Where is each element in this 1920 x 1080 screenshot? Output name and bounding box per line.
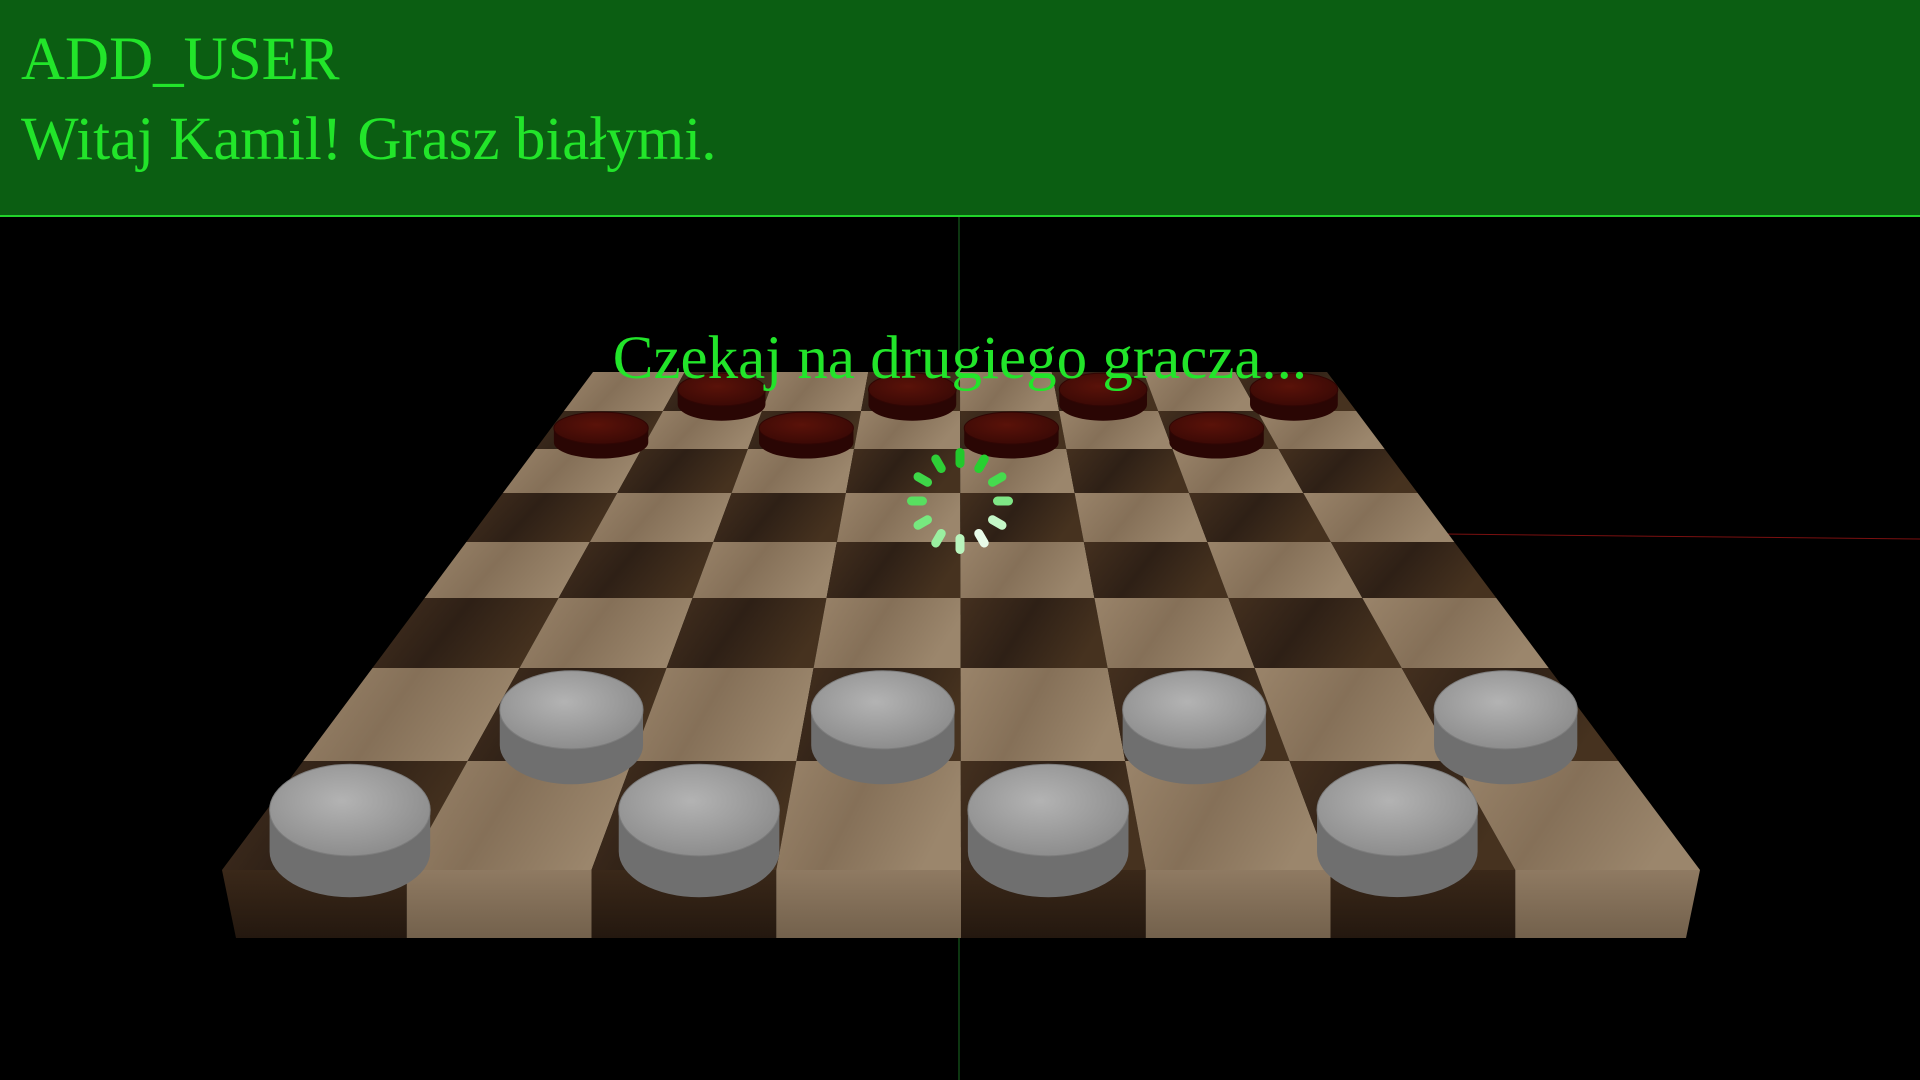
spinner-segment xyxy=(955,534,965,554)
piece-top xyxy=(677,372,766,407)
board-square[interactable] xyxy=(960,542,1095,598)
red-piece xyxy=(553,411,649,459)
piece-top xyxy=(269,763,431,857)
status-header: ADD_USER Witaj Kamil! Grasz białymi. xyxy=(0,0,1920,217)
white-piece[interactable] xyxy=(618,763,780,898)
board-square[interactable] xyxy=(960,598,1108,668)
red-piece xyxy=(1058,372,1148,421)
white-piece[interactable] xyxy=(810,670,955,785)
board-edge-segment xyxy=(406,870,592,938)
red-piece xyxy=(1249,372,1339,421)
piece-top xyxy=(553,411,649,445)
piece-top xyxy=(1249,372,1339,407)
board-square[interactable] xyxy=(813,598,961,668)
board-square[interactable] xyxy=(960,668,1126,761)
board-edge-segment xyxy=(1515,870,1700,938)
white-piece[interactable] xyxy=(499,670,644,785)
board-square[interactable] xyxy=(1094,598,1255,668)
white-piece[interactable] xyxy=(269,763,431,898)
piece-top xyxy=(1122,670,1267,750)
red-piece xyxy=(758,411,854,459)
spinner-segment xyxy=(993,496,1013,506)
board-square[interactable] xyxy=(1066,449,1189,493)
piece-top xyxy=(967,763,1129,857)
piece-top xyxy=(1168,411,1265,445)
piece-top xyxy=(1058,372,1148,407)
piece-top xyxy=(499,670,644,750)
piece-top xyxy=(1433,670,1578,750)
red-piece xyxy=(1168,411,1265,459)
piece-top xyxy=(618,763,780,857)
game-scene[interactable] xyxy=(0,217,1920,1080)
red-piece xyxy=(677,372,766,421)
board-square[interactable] xyxy=(1074,493,1208,542)
board-edge-segment xyxy=(1145,870,1331,938)
red-piece xyxy=(867,372,957,421)
welcome-message: Witaj Kamil! Grasz białymi. xyxy=(21,106,717,173)
white-piece[interactable] xyxy=(1316,763,1479,898)
white-piece[interactable] xyxy=(1433,670,1578,785)
piece-top xyxy=(867,372,957,407)
piece-top xyxy=(1316,763,1479,857)
piece-top xyxy=(758,411,854,445)
white-piece[interactable] xyxy=(1122,670,1267,785)
red-piece xyxy=(963,411,1060,459)
checkerboard[interactable] xyxy=(222,372,1700,870)
spinner-segment xyxy=(955,448,965,468)
piece-top xyxy=(963,411,1060,445)
board-square[interactable] xyxy=(1083,542,1229,598)
board-front-edge xyxy=(222,870,1700,938)
white-piece[interactable] xyxy=(967,763,1129,898)
board-square[interactable] xyxy=(666,598,827,668)
board-square[interactable] xyxy=(692,542,837,598)
piece-top xyxy=(810,670,955,750)
board-square[interactable] xyxy=(762,372,869,411)
board-edge-segment xyxy=(776,870,961,938)
spinner-segment xyxy=(907,496,927,506)
board-square[interactable] xyxy=(826,542,961,598)
connection-status: ADD_USER xyxy=(21,26,340,93)
board-square[interactable] xyxy=(960,372,1060,411)
board-square[interactable] xyxy=(713,493,846,542)
